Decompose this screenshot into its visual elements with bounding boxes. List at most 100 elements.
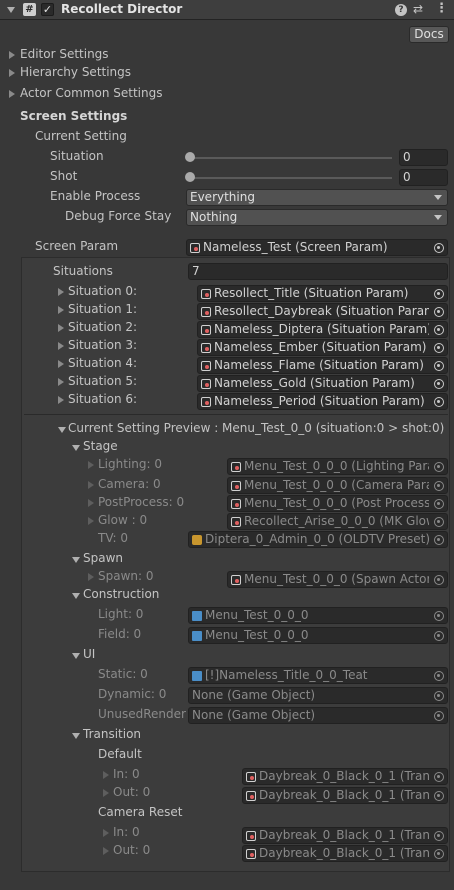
preset-icon[interactable]: ⇄ (413, 2, 423, 16)
component-foldout-icon[interactable] (7, 7, 15, 13)
object-picker-icon (434, 535, 444, 545)
default-in-label: In: 0 (113, 767, 140, 781)
dynamic-field: None (Game Object) (188, 687, 448, 704)
foldout-actor-common-settings[interactable]: Actor Common Settings (20, 86, 162, 100)
chevron-right-icon[interactable] (103, 789, 109, 797)
chevron-right-icon[interactable] (58, 342, 64, 350)
shot-value-field[interactable]: 0 (399, 169, 448, 186)
enable-process-dropdown[interactable]: Everything (186, 189, 448, 206)
chevron-down-icon[interactable] (72, 653, 80, 659)
preview-title[interactable]: Current Setting Preview : Menu_Test_0_0 … (68, 421, 444, 435)
screen-param-field[interactable]: Nameless_Test (Screen Param) (186, 239, 448, 256)
situation-2-field[interactable]: Nameless_Diptera (Situation Param) (197, 321, 448, 338)
docs-button[interactable]: Docs (409, 26, 449, 43)
object-picker-icon[interactable] (434, 379, 444, 389)
situation-0-label[interactable]: Situation 0: (68, 284, 137, 298)
chevron-right-icon[interactable] (58, 378, 64, 386)
object-picker-icon[interactable] (434, 343, 444, 353)
object-picker-icon[interactable] (434, 243, 444, 253)
camera-reset-in-label: In: 0 (113, 825, 140, 839)
stage-label[interactable]: Stage (83, 439, 118, 453)
chevron-right-icon[interactable] (88, 573, 94, 581)
chevron-right-icon[interactable] (103, 829, 109, 837)
construction-label[interactable]: Construction (83, 587, 159, 601)
situation-6-label[interactable]: Situation 6: (68, 392, 137, 406)
ui-label[interactable]: UI (83, 647, 95, 661)
prefab-icon (192, 611, 202, 621)
situation-3-field[interactable]: Nameless_Ember (Situation Param) (197, 339, 448, 356)
shot-slider-handle[interactable] (185, 172, 195, 182)
debug-force-stay-dropdown[interactable]: Nothing (186, 209, 448, 226)
current-setting-label: Current Setting (35, 129, 127, 143)
object-picker-icon[interactable] (434, 397, 444, 407)
object-picker-icon (434, 791, 444, 801)
glow-label: Glow : 0 (98, 513, 148, 527)
situation-0-field[interactable]: Resollect_Title (Situation Param) (197, 285, 448, 302)
situation-6-field[interactable]: Nameless_Period (Situation Param) (197, 393, 448, 410)
preset-asset-icon (192, 535, 202, 545)
scriptable-object-icon (201, 361, 211, 371)
scriptable-object-icon (190, 243, 200, 253)
chevron-right-icon[interactable] (88, 461, 94, 469)
chevron-right-icon[interactable] (9, 90, 15, 98)
chevron-right-icon[interactable] (58, 306, 64, 314)
object-picker-icon (434, 611, 444, 621)
chevron-down-icon[interactable] (72, 557, 80, 563)
enabled-checkbox[interactable]: ✓ (41, 3, 54, 16)
scriptable-object-icon (201, 379, 211, 389)
situation-5-label[interactable]: Situation 5: (68, 374, 137, 388)
static-field: [!]Nameless_Title_0_0_Teat (188, 667, 448, 684)
situation-2-label[interactable]: Situation 2: (68, 320, 137, 334)
unused-render-label: UnusedRenderC (98, 707, 186, 721)
situation-1-label[interactable]: Situation 1: (68, 302, 137, 316)
situation-value-field[interactable]: 0 (399, 149, 448, 166)
situation-4-label[interactable]: Situation 4: (68, 356, 137, 370)
spawn-label[interactable]: Spawn (83, 551, 123, 565)
object-picker-icon (434, 671, 444, 681)
situation-1-field[interactable]: Resollect_Daybreak (Situation Param) (197, 303, 448, 320)
static-label: Static: 0 (98, 667, 148, 681)
object-picker-icon[interactable] (434, 289, 444, 299)
situations-count-field[interactable]: 7 (188, 263, 448, 280)
chevron-right-icon[interactable] (9, 69, 15, 77)
foldout-editor-settings[interactable]: Editor Settings (20, 47, 109, 61)
lighting-field: Menu_Test_0_0_0 (Lighting Param (227, 458, 448, 475)
divider (24, 414, 448, 415)
chevron-right-icon[interactable] (103, 847, 109, 855)
situation-4-field[interactable]: Nameless_Flame (Situation Param) (197, 357, 448, 374)
field-field: Menu_Test_0_0_0 (188, 627, 448, 644)
scriptable-object-icon (231, 462, 241, 472)
situation-slider-track[interactable] (190, 157, 392, 159)
chevron-right-icon[interactable] (88, 481, 94, 489)
chevron-right-icon[interactable] (88, 517, 94, 525)
chevron-down-icon[interactable] (72, 733, 80, 739)
object-picker-icon[interactable] (434, 361, 444, 371)
chevron-right-icon[interactable] (58, 396, 64, 404)
help-icon[interactable]: ? (395, 4, 407, 16)
object-picker-icon[interactable] (434, 325, 444, 335)
prefab-icon (192, 671, 202, 681)
foldout-hierarchy-settings[interactable]: Hierarchy Settings (20, 65, 131, 79)
chevron-right-icon[interactable] (58, 288, 64, 296)
chevron-down-icon[interactable] (72, 593, 80, 599)
chevron-down-icon[interactable] (72, 445, 80, 451)
postprocess-field: Menu_Test_0_0_0 (Post Process (227, 495, 448, 512)
object-picker-icon[interactable] (434, 307, 444, 317)
script-icon: # (23, 3, 36, 16)
spawn-item-label: Spawn: 0 (98, 569, 154, 583)
shot-slider-track[interactable] (190, 177, 392, 179)
default-in-field: Daybreak_0_Black_0_1 (Transi (242, 768, 448, 785)
situation-5-field[interactable]: Nameless_Gold (Situation Param) (197, 375, 448, 392)
chevron-right-icon[interactable] (88, 499, 94, 507)
transition-label[interactable]: Transition (83, 727, 141, 741)
chevron-right-icon[interactable] (58, 324, 64, 332)
kebab-menu-icon[interactable]: ⋮ (435, 1, 448, 16)
situation-3-label[interactable]: Situation 3: (68, 338, 137, 352)
spawn-field: Menu_Test_0_0_0 (Spawn Actors (227, 571, 448, 588)
chevron-right-icon[interactable] (9, 51, 15, 59)
chevron-right-icon[interactable] (103, 771, 109, 779)
chevron-right-icon[interactable] (58, 360, 64, 368)
scriptable-object-icon (231, 575, 241, 585)
situation-slider-handle[interactable] (185, 152, 195, 162)
chevron-down-icon[interactable] (58, 427, 66, 433)
